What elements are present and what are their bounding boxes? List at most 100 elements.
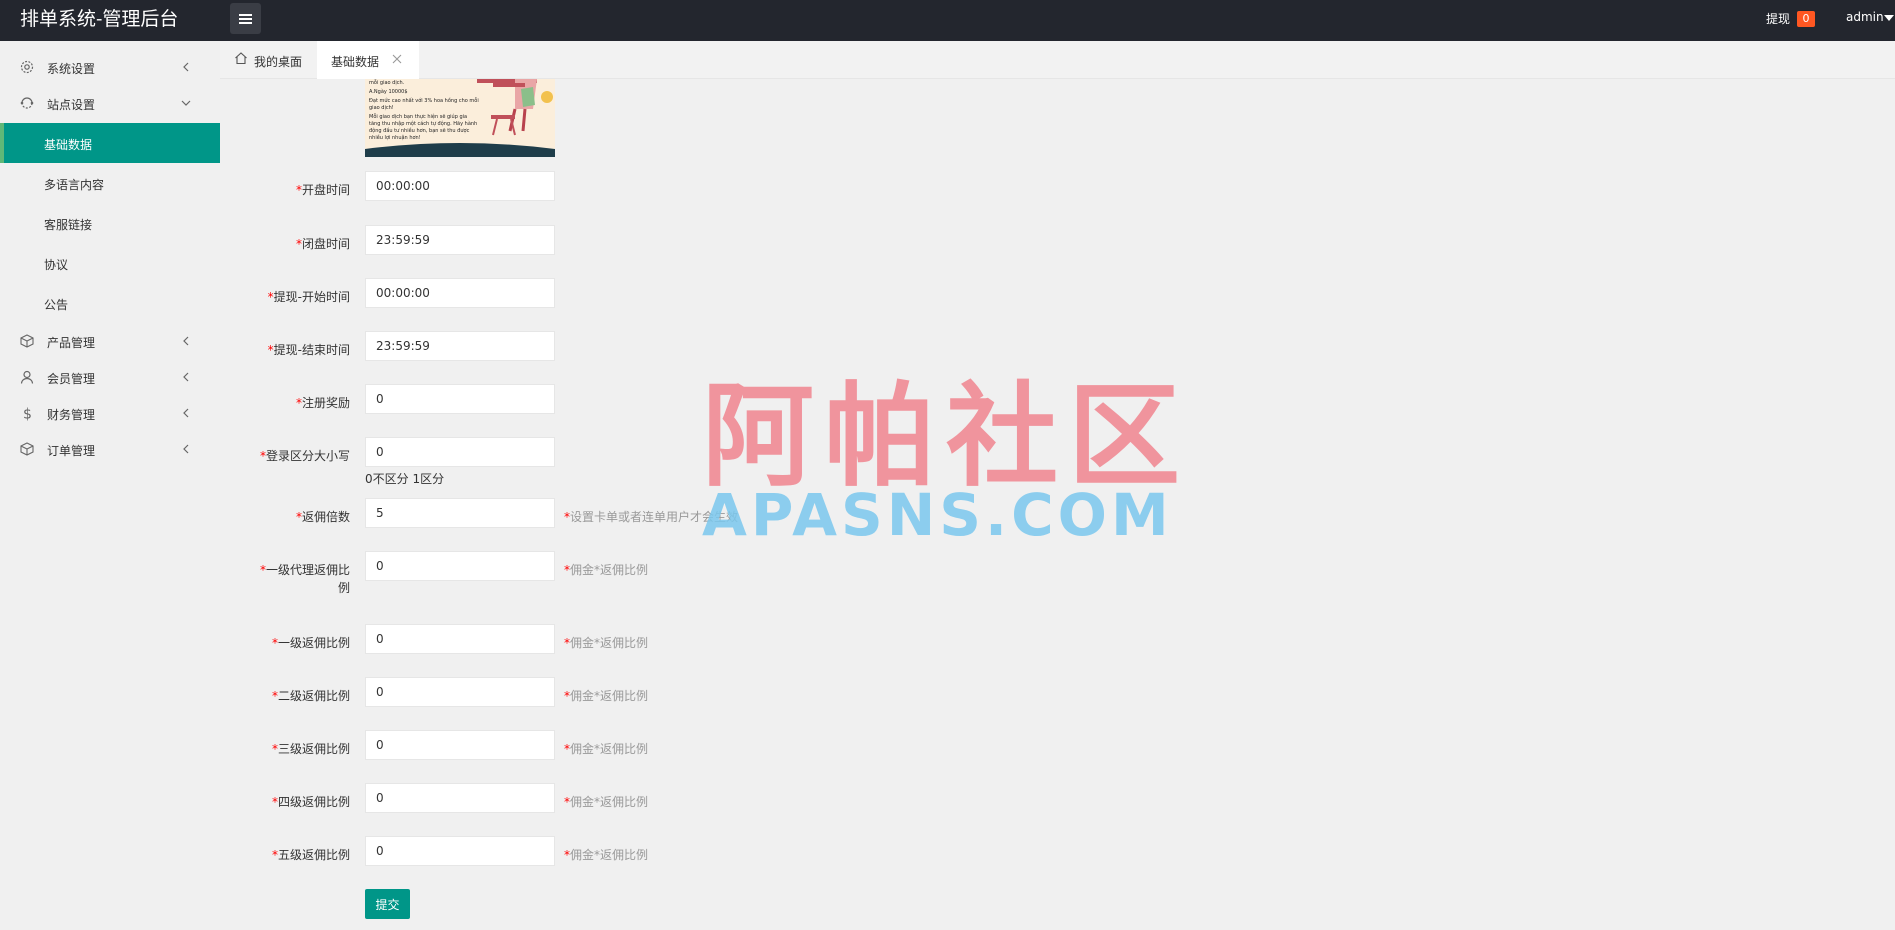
banner-text: mỗi giao dịch. A.Ngày 10000$ Đạt mức cao… (369, 79, 479, 144)
tab-label: 我的桌面 (254, 55, 303, 69)
field-label: *提现-结束时间 (220, 341, 350, 359)
caret-down-icon[interactable] (1884, 15, 1894, 21)
sidebar-item-orders[interactable]: 订单管理 (0, 431, 220, 467)
hint-text: 佣金*返佣比例 (570, 689, 649, 703)
gear-icon (20, 60, 34, 74)
sidebar-subitem-label: 多语言内容 (44, 178, 105, 192)
sidebar-item-label: 订单管理 (47, 444, 96, 458)
sidebar-subitem-agreement[interactable]: 协议 (0, 243, 220, 283)
withdraw-start-input[interactable] (365, 278, 555, 308)
field-label: *三级返佣比例 (220, 740, 350, 758)
field-label: *开盘时间 (220, 181, 350, 199)
hint-text: 佣金*返佣比例 (570, 636, 649, 650)
sidebar-subitem-label: 基础数据 (44, 138, 93, 152)
banner-line: A.Ngày 10000$ (369, 89, 408, 95)
sidebar-item-products[interactable]: 产品管理 (0, 323, 220, 359)
level3-ratio-input[interactable] (365, 730, 555, 760)
sidebar-subitem-notice[interactable]: 公告 (0, 283, 220, 323)
user-menu[interactable]: admin (1846, 10, 1884, 24)
close-time-input[interactable] (365, 225, 555, 255)
hint-text: 佣金*返佣比例 (570, 848, 649, 862)
field-label: *一级返佣比例 (220, 634, 350, 652)
tab-label: 基础数据 (331, 55, 380, 69)
sidebar-subitem-label: 客服链接 (44, 218, 93, 232)
top-header: 排单系统-管理后台 提现 0 admin (0, 0, 1895, 41)
agent-level1-ratio-input[interactable] (365, 551, 555, 581)
box-icon (20, 334, 34, 348)
tab-basic-data[interactable]: 基础数据 (317, 41, 419, 79)
open-time-input[interactable] (365, 171, 555, 201)
chevron-left-icon (183, 372, 189, 382)
svg-text:$: $ (23, 407, 32, 422)
menu-toggle-button[interactable] (230, 3, 261, 34)
field-label: *返佣倍数 (220, 508, 350, 526)
level4-ratio-input[interactable] (365, 783, 555, 813)
label-text: 一级返佣比例 (277, 636, 350, 650)
sidebar-subitem-label: 协议 (44, 258, 69, 272)
sidebar-item-site-settings[interactable]: 站点设置 (0, 85, 220, 121)
field-hint: *佣金*返佣比例 (564, 846, 648, 863)
withdraw-count-badge: 0 (1797, 11, 1815, 27)
withdraw-end-input[interactable] (365, 331, 555, 361)
field-label: *五级返佣比例 (220, 846, 350, 864)
label-text: 闭盘时间 (301, 237, 350, 251)
sidebar-item-label: 站点设置 (47, 98, 96, 112)
sidebar-item-label: 会员管理 (47, 372, 96, 386)
field-label: *注册奖励 (220, 394, 350, 412)
user-icon (20, 370, 34, 384)
home-icon (235, 52, 247, 65)
commission-multiple-input[interactable] (365, 498, 555, 528)
banner-image: mỗi giao dịch. A.Ngày 10000$ Đạt mức cao… (365, 79, 555, 157)
hint-text: 佣金*返佣比例 (570, 742, 649, 756)
label-text: 登录区分大小写 (265, 449, 350, 463)
banner-line: Đạt mức cao nhất với 3% hoa hồng cho mỗi… (369, 98, 479, 111)
chevron-left-icon (183, 62, 189, 72)
sidebar-item-label: 系统设置 (47, 62, 96, 76)
sidebar-item-label: 财务管理 (47, 408, 96, 422)
sidebar-item-finance[interactable]: $ 财务管理 (0, 395, 220, 431)
tab-home[interactable]: 我的桌面 (230, 41, 316, 79)
site-icon (20, 97, 34, 109)
login-case-input[interactable] (365, 437, 555, 467)
menu-icon-bar (239, 22, 252, 24)
label-text: 四级返佣比例 (277, 795, 350, 809)
submit-button[interactable]: 提交 (365, 889, 410, 919)
menu-icon-bar (239, 18, 252, 20)
box-icon (20, 442, 34, 456)
field-hint: *佣金*返佣比例 (564, 740, 648, 757)
label-text: 提现-结束时间 (273, 343, 350, 357)
chevron-left-icon (183, 336, 189, 346)
label-text: 二级返佣比例 (277, 689, 350, 703)
label-text-line2: 例 (337, 581, 350, 595)
field-hint: *佣金*返佣比例 (564, 793, 648, 810)
field-hint: *佣金*返佣比例 (564, 687, 648, 704)
label-text: 注册奖励 (301, 396, 350, 410)
chevron-left-icon (183, 444, 189, 454)
close-icon[interactable] (391, 53, 403, 65)
banner-line: mỗi giao dịch. (369, 80, 405, 86)
label-text: 开盘时间 (301, 183, 350, 197)
hint-text: 佣金*返佣比例 (570, 795, 649, 809)
sidebar-subitem-support-link[interactable]: 客服链接 (0, 203, 220, 243)
field-label: *一级代理返佣比例 (220, 561, 350, 597)
sidebar-item-system-settings[interactable]: 系统设置 (0, 49, 220, 85)
app-title: 排单系统-管理后台 (20, 8, 179, 30)
menu-icon (239, 14, 252, 16)
field-label: *登录区分大小写 (220, 447, 350, 465)
field-label: *提现-开始时间 (220, 288, 350, 306)
sidebar-item-label: 产品管理 (47, 336, 96, 350)
level2-ratio-input[interactable] (365, 677, 555, 707)
level5-ratio-input[interactable] (365, 836, 555, 866)
hint-text: 佣金*返佣比例 (570, 563, 649, 577)
label-text: 提现-开始时间 (273, 290, 350, 304)
sidebar-subitem-basic-data[interactable]: 基础数据 (0, 123, 220, 163)
register-reward-input[interactable] (365, 384, 555, 414)
label-text: 三级返佣比例 (277, 742, 350, 756)
sidebar-subitem-multilang[interactable]: 多语言内容 (0, 163, 220, 203)
label-text: 一级代理返佣比 (265, 563, 350, 577)
sidebar-item-members[interactable]: 会员管理 (0, 359, 220, 395)
level1-ratio-input[interactable] (365, 624, 555, 654)
sidebar: 系统设置 站点设置 基础数据 多语言内容 客服链接 协议 公告 产品管理 会员管… (0, 41, 220, 930)
chevron-down-icon (181, 100, 191, 106)
withdraw-link[interactable]: 提现 (1766, 10, 1790, 27)
